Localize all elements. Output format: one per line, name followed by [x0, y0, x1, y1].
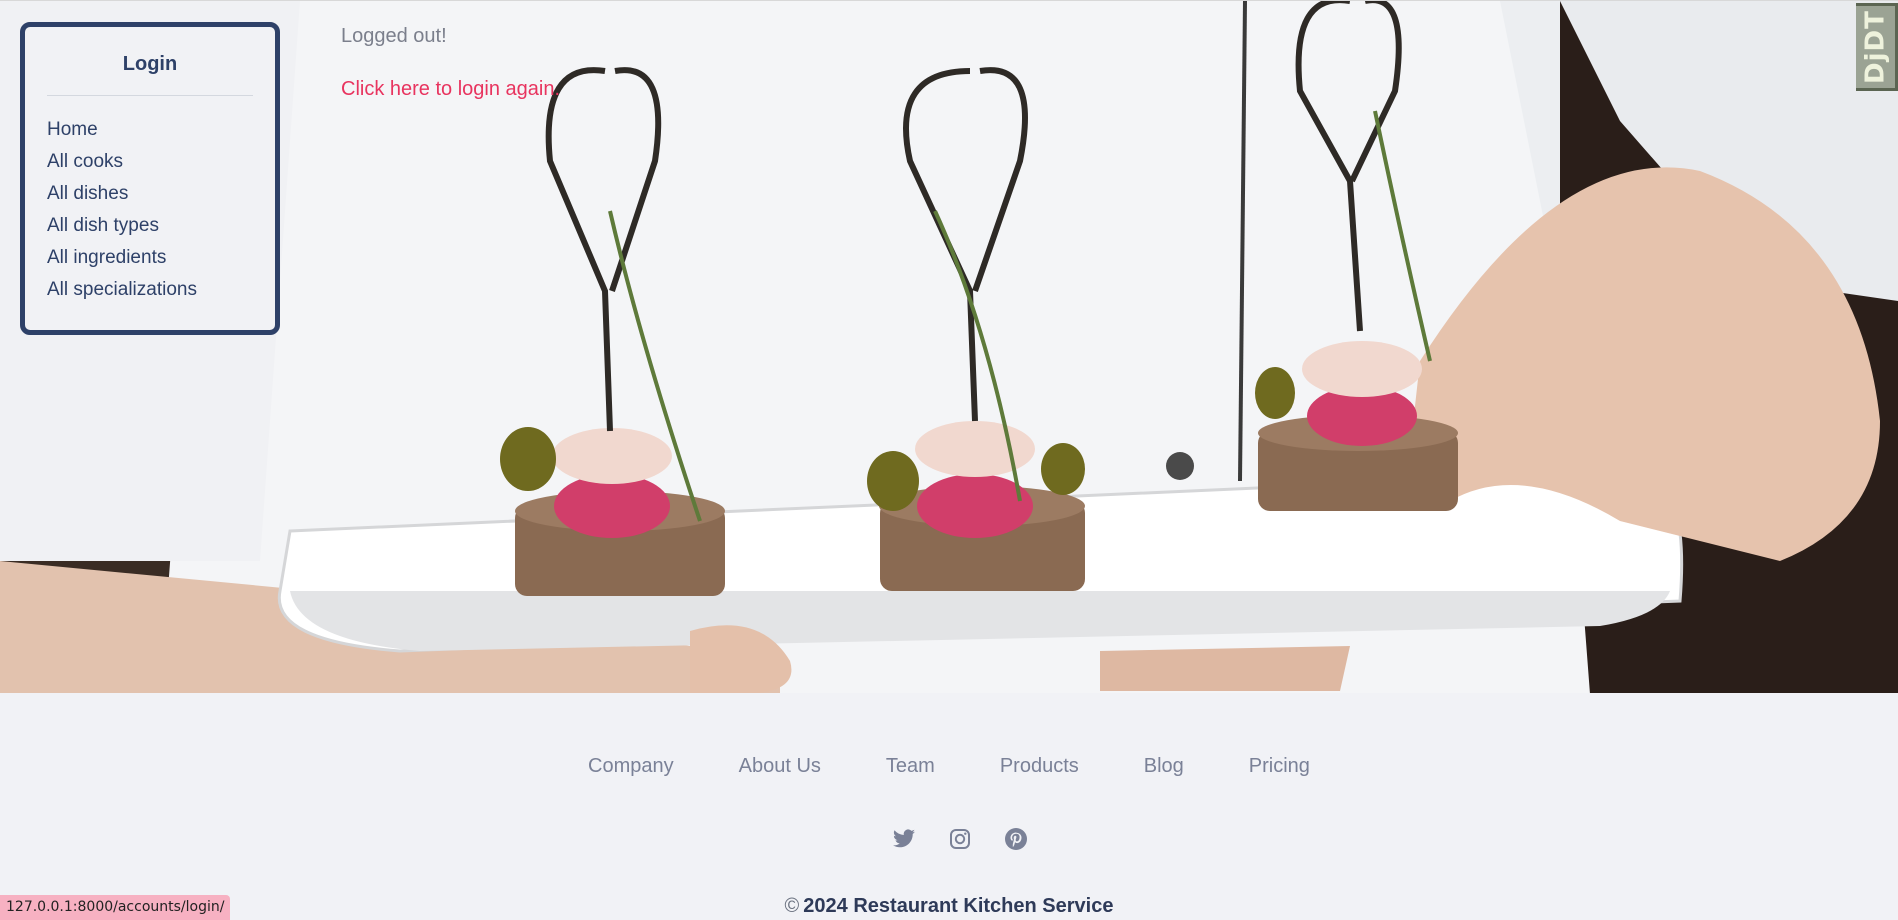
hero-illustration — [0, 1, 1898, 693]
sidebar-item-all-cooks[interactable]: All cooks — [47, 146, 253, 178]
footer-link-products[interactable]: Products — [1000, 755, 1079, 778]
copyright-text: 2024 Restaurant Kitchen Service — [803, 895, 1114, 917]
sidebar-title[interactable]: Login — [47, 53, 253, 83]
debug-toolbar-handle[interactable]: DjDT — [1856, 3, 1898, 91]
instagram-icon[interactable] — [948, 827, 972, 851]
sidebar-item-home[interactable]: Home — [47, 114, 253, 146]
login-again-link[interactable]: Click here to login again. — [341, 78, 560, 101]
footer-link-team[interactable]: Team — [886, 755, 935, 778]
pinterest-icon[interactable] — [1004, 827, 1028, 851]
footer-link-company[interactable]: Company — [588, 755, 674, 778]
twitter-icon[interactable] — [892, 827, 916, 851]
footer-nav: Company About Us Team Products Blog Pric… — [0, 755, 1898, 778]
footer-link-blog[interactable]: Blog — [1144, 755, 1184, 778]
sidebar-nav: Home All cooks All dishes All dish types… — [47, 114, 253, 306]
footer-link-about-us[interactable]: About Us — [739, 755, 821, 778]
sidebar-item-all-dishes[interactable]: All dishes — [47, 178, 253, 210]
footer-link-pricing[interactable]: Pricing — [1249, 755, 1310, 778]
sidebar: Login Home All cooks All dishes All dish… — [20, 22, 280, 335]
social-links — [0, 827, 1898, 851]
sidebar-item-all-ingredients[interactable]: All ingredients — [47, 242, 253, 274]
sidebar-item-all-dish-types[interactable]: All dish types — [47, 210, 253, 242]
status-bar-url: 127.0.0.1:8000/accounts/login/ — [0, 895, 231, 920]
footer-copyright: © 2024 Restaurant Kitchen Service — [0, 895, 1898, 918]
sidebar-item-all-specializations[interactable]: All specializations — [47, 274, 253, 306]
hero-image — [0, 0, 1898, 693]
copyright-symbol: © — [784, 895, 800, 917]
logout-message: Logged out! — [341, 25, 447, 47]
sidebar-divider — [47, 95, 253, 96]
